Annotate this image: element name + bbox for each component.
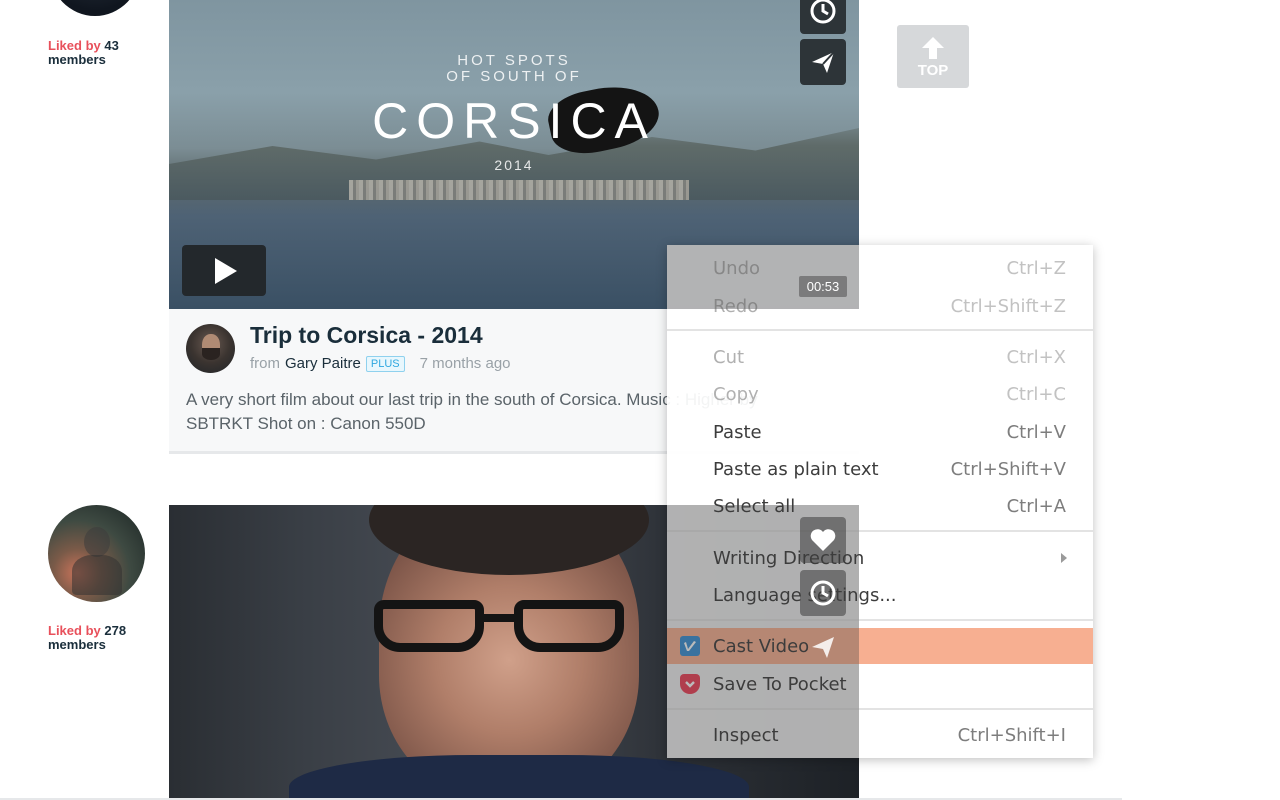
video-byline: from Gary Paitre PLUS 7 months ago	[250, 355, 511, 372]
video-title[interactable]: Trip to Corsica - 2014	[250, 322, 483, 349]
liked-by-label: Liked by	[48, 38, 101, 53]
person-glasses	[344, 600, 674, 652]
menu-item-label: Save To Pocket	[713, 673, 847, 695]
menu-item-label: Cut	[713, 346, 745, 368]
owner-avatar[interactable]	[186, 324, 235, 373]
watch-later-button[interactable]	[800, 0, 846, 34]
menu-item-label: Cast Video	[713, 635, 810, 657]
menu-item-cast-video[interactable]: Cast Video	[667, 628, 1093, 664]
video-duration: 00:53	[799, 276, 847, 297]
heart-icon	[810, 529, 836, 551]
back-to-top-button[interactable]: TOP	[897, 25, 969, 88]
plus-badge[interactable]: PLUS	[365, 355, 405, 372]
paper-plane-icon	[812, 637, 834, 658]
likes-info: Liked by 278 members	[48, 624, 126, 652]
menu-item-shortcut: Ctrl+Z	[1006, 257, 1066, 279]
coastal-town-scenery	[349, 180, 689, 200]
likes-count[interactable]: 278	[104, 623, 126, 638]
overlay-line1: HOT SPOTS	[457, 52, 571, 69]
menu-item-shortcut: Ctrl+Shift+V	[950, 458, 1066, 480]
menu-item-label: Paste	[713, 421, 762, 443]
play-icon	[215, 257, 237, 284]
menu-item-label: Inspect	[713, 724, 779, 746]
clock-icon	[810, 580, 836, 606]
share-button[interactable]	[800, 39, 846, 85]
menu-item-label: Redo	[713, 295, 759, 317]
vimeo-v-icon	[680, 636, 700, 656]
menu-item-paste-plain[interactable]: Paste as plain text Ctrl+Shift+V	[667, 451, 1093, 487]
menu-item-copy[interactable]: Copy Ctrl+C	[667, 376, 1093, 412]
menu-item-label: Paste as plain text	[713, 458, 879, 480]
glasses-bridge	[484, 614, 518, 622]
overlay-year: 2014	[494, 157, 534, 173]
user-avatar[interactable]	[49, 0, 141, 16]
paper-plane-icon	[812, 51, 835, 73]
likes-members-label[interactable]: members	[48, 637, 106, 652]
menu-item-shortcut: Ctrl+X	[1006, 346, 1066, 368]
author-link[interactable]: Gary Paitre	[285, 355, 361, 372]
menu-item-select-all[interactable]: Select all Ctrl+A	[667, 488, 1093, 524]
user-avatar[interactable]	[48, 505, 145, 602]
menu-item-label: Copy	[713, 383, 759, 405]
menu-item-label: Undo	[713, 257, 761, 279]
likes-members-label[interactable]: members	[48, 52, 106, 67]
watch-later-button[interactable]	[800, 570, 846, 616]
overlay-line2: OF SOUTH OF	[446, 68, 582, 85]
menu-item-shortcut: Ctrl+Shift+I	[957, 724, 1066, 746]
clock-icon	[810, 0, 836, 24]
arrow-up-icon	[922, 36, 944, 59]
menu-separator	[667, 530, 1093, 532]
like-button[interactable]	[800, 517, 846, 563]
upload-age[interactable]: 7 months ago	[420, 355, 511, 372]
share-button[interactable]	[800, 624, 846, 670]
glasses-lens-left	[374, 600, 484, 652]
menu-item-cut[interactable]: Cut Ctrl+X	[667, 339, 1093, 375]
menu-item-label: Select all	[713, 495, 796, 517]
menu-separator	[667, 619, 1093, 621]
from-label: from	[250, 355, 280, 372]
menu-item-redo[interactable]: Redo Ctrl+Shift+Z	[667, 288, 1093, 324]
context-menu: Undo Ctrl+Z Redo Ctrl+Shift+Z Cut Ctrl+X…	[667, 245, 1093, 758]
avatar-body	[72, 555, 122, 595]
person-shirt	[289, 755, 749, 800]
menu-separator	[667, 708, 1093, 710]
liked-by-label: Liked by	[48, 623, 101, 638]
menu-item-undo[interactable]: Undo Ctrl+Z	[667, 250, 1093, 286]
menu-item-shortcut: Ctrl+V	[1006, 421, 1066, 443]
avatar-beard	[202, 348, 220, 360]
menu-item-shortcut: Ctrl+Shift+Z	[950, 295, 1066, 317]
menu-item-paste[interactable]: Paste Ctrl+V	[667, 414, 1093, 450]
likes-info: Liked by 43 members	[48, 39, 119, 67]
top-button-label: TOP	[917, 61, 949, 79]
overlay-title: CORSICA	[372, 93, 656, 149]
avatar-head	[84, 527, 110, 557]
submenu-arrow-icon	[1061, 553, 1067, 563]
menu-item-shortcut: Ctrl+A	[1006, 495, 1066, 517]
menu-item-writing-direction[interactable]: Writing Direction	[667, 540, 1093, 576]
likes-count[interactable]: 43	[104, 38, 118, 53]
menu-item-language-settings[interactable]: Language settings...	[667, 577, 1093, 613]
menu-item-inspect[interactable]: Inspect Ctrl+Shift+I	[667, 717, 1093, 753]
menu-separator	[667, 329, 1093, 331]
glasses-lens-right	[514, 600, 624, 652]
menu-item-shortcut: Ctrl+C	[1006, 383, 1066, 405]
pocket-icon	[680, 674, 700, 694]
menu-item-save-to-pocket[interactable]: Save To Pocket	[667, 666, 1093, 702]
play-button[interactable]	[182, 245, 266, 296]
